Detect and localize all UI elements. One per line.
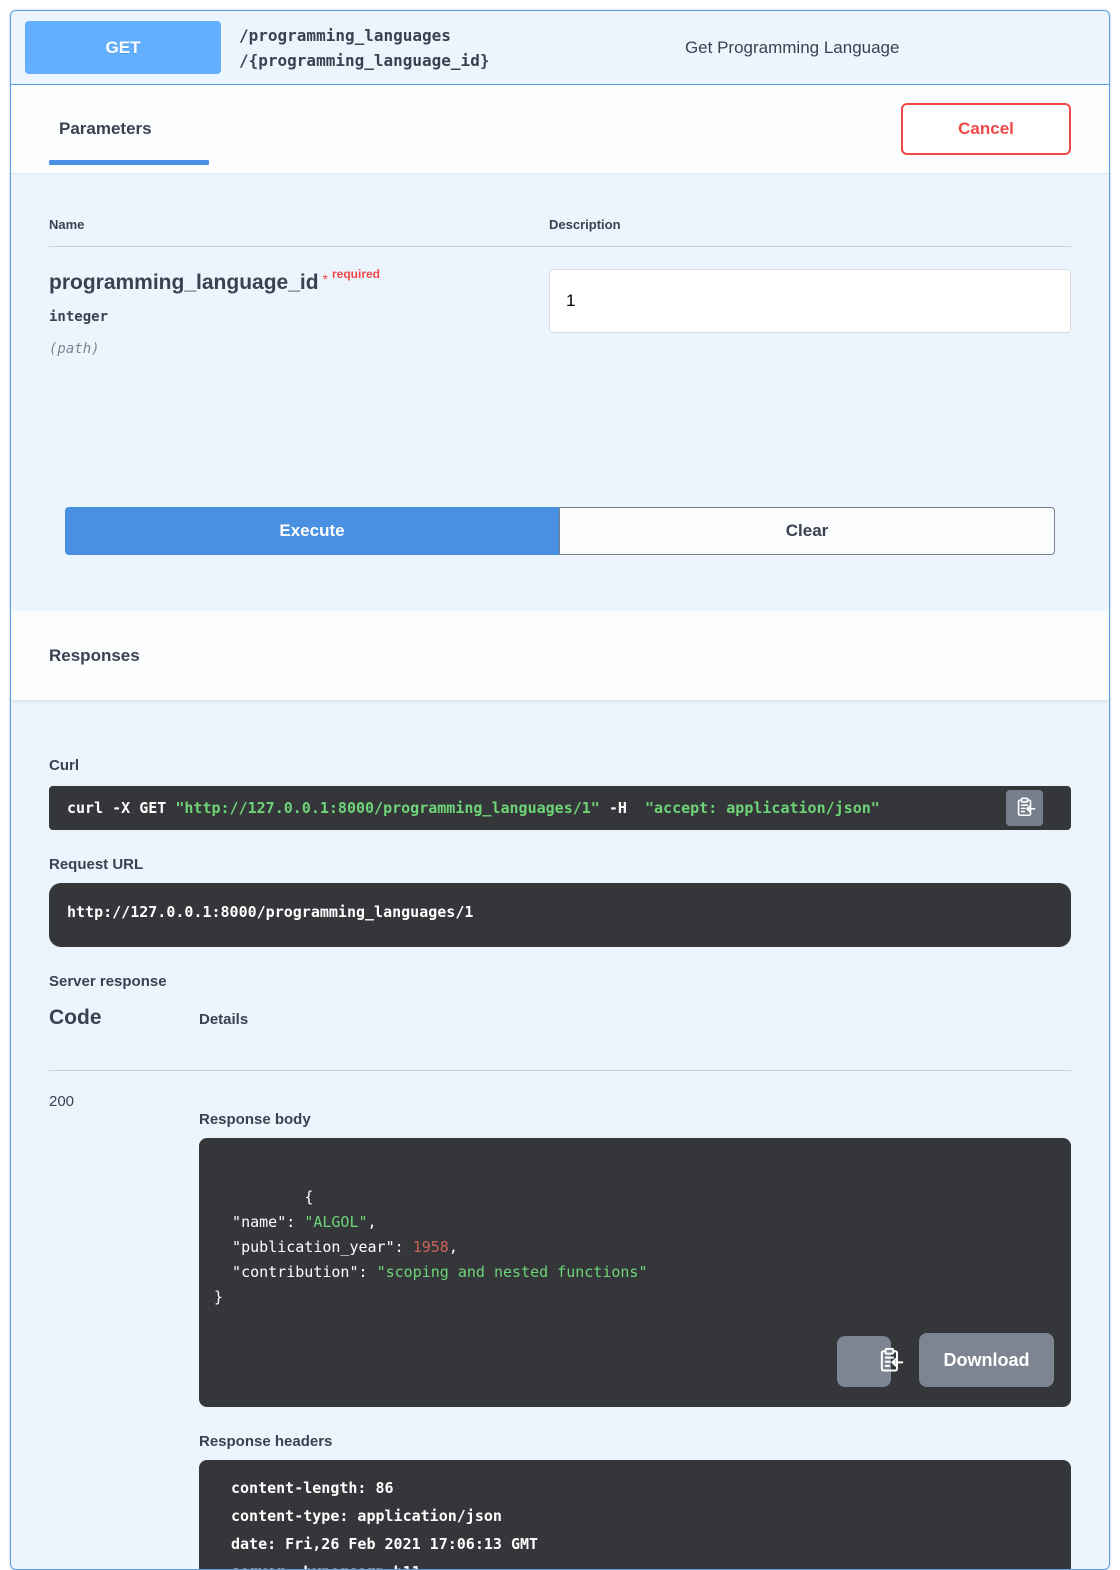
curl-label: Curl (49, 757, 1071, 774)
parameters-body: Name Description programming_language_id… (11, 173, 1109, 611)
response-body-label: Response body (199, 1111, 1071, 1128)
parameter-name: programming_language_id (49, 271, 319, 294)
endpoint-path-line1: /programming_languages (239, 23, 489, 48)
operation-summary-header[interactable]: GET /programming_languages /{programming… (11, 11, 1109, 85)
clipboard-copy-icon (824, 1331, 904, 1392)
parameters-table: Name Description programming_language_id… (49, 217, 1071, 357)
required-label: required (332, 267, 380, 281)
cancel-button[interactable]: Cancel (901, 103, 1071, 155)
curl-command-block: curl -X GET "http://127.0.0.1:8000/progr… (49, 786, 1071, 830)
column-header-name: Name (49, 217, 549, 232)
response-headers-block: content-length: 86 content-type: applica… (199, 1460, 1071, 1570)
parameter-location: (path) (49, 341, 549, 357)
endpoint-summary: Get Programming Language (489, 38, 1095, 58)
server-response-label: Server response (49, 973, 1071, 990)
parameter-row-value-cell (549, 269, 1071, 357)
response-headers-label: Response headers (199, 1433, 1071, 1450)
details-column-header: Details (199, 1011, 1071, 1030)
response-details-cell: Response body { "name": "ALGOL", "public… (199, 1093, 1071, 1570)
download-button[interactable]: Download (919, 1333, 1054, 1387)
response-body-copy-button[interactable] (837, 1336, 891, 1387)
column-header-description: Description (549, 217, 1071, 232)
operation-block-get: GET /programming_languages /{programming… (10, 10, 1110, 1570)
server-response-table: Code Details 200 Response body { "name":… (49, 1006, 1071, 1570)
responses-body: Curl curl -X GET "http://127.0.0.1:8000/… (11, 701, 1109, 1570)
responses-title: Responses (49, 646, 140, 666)
endpoint-path-line2: /{programming_language_id} (239, 48, 489, 73)
server-response-divider (49, 1070, 1071, 1071)
parameter-type: integer (49, 309, 549, 325)
curl-copy-button[interactable] (1006, 790, 1043, 826)
execute-button-row: Execute Clear (49, 507, 1071, 555)
responses-section-header: Responses (11, 611, 1109, 701)
parameters-section-header: Parameters Cancel (11, 85, 1109, 173)
request-url-block: http://127.0.0.1:8000/programming_langua… (49, 883, 1071, 947)
http-method-badge[interactable]: GET (25, 21, 221, 74)
required-asterisk: * (323, 271, 328, 287)
parameter-value-input[interactable] (549, 269, 1071, 333)
clear-button[interactable]: Clear (559, 507, 1055, 555)
request-url-label: Request URL (49, 856, 1071, 873)
status-code: 200 (49, 1093, 199, 1570)
tab-parameters[interactable]: Parameters (49, 119, 209, 139)
endpoint-path: /programming_languages /{programming_lan… (239, 23, 489, 73)
execute-button[interactable]: Execute (65, 507, 559, 555)
table-header-divider (49, 246, 1071, 247)
clipboard-copy-icon (1014, 796, 1036, 821)
response-body-json: { "name": "ALGOL", "publication_year": 1… (214, 1188, 648, 1306)
active-tab-underline (49, 160, 209, 165)
response-body-block: { "name": "ALGOL", "publication_year": 1… (199, 1138, 1071, 1407)
parameter-row-name-cell: programming_language_id*required integer… (49, 271, 549, 357)
code-column-header: Code (49, 1006, 199, 1030)
parameters-tab-label: Parameters (59, 119, 152, 138)
